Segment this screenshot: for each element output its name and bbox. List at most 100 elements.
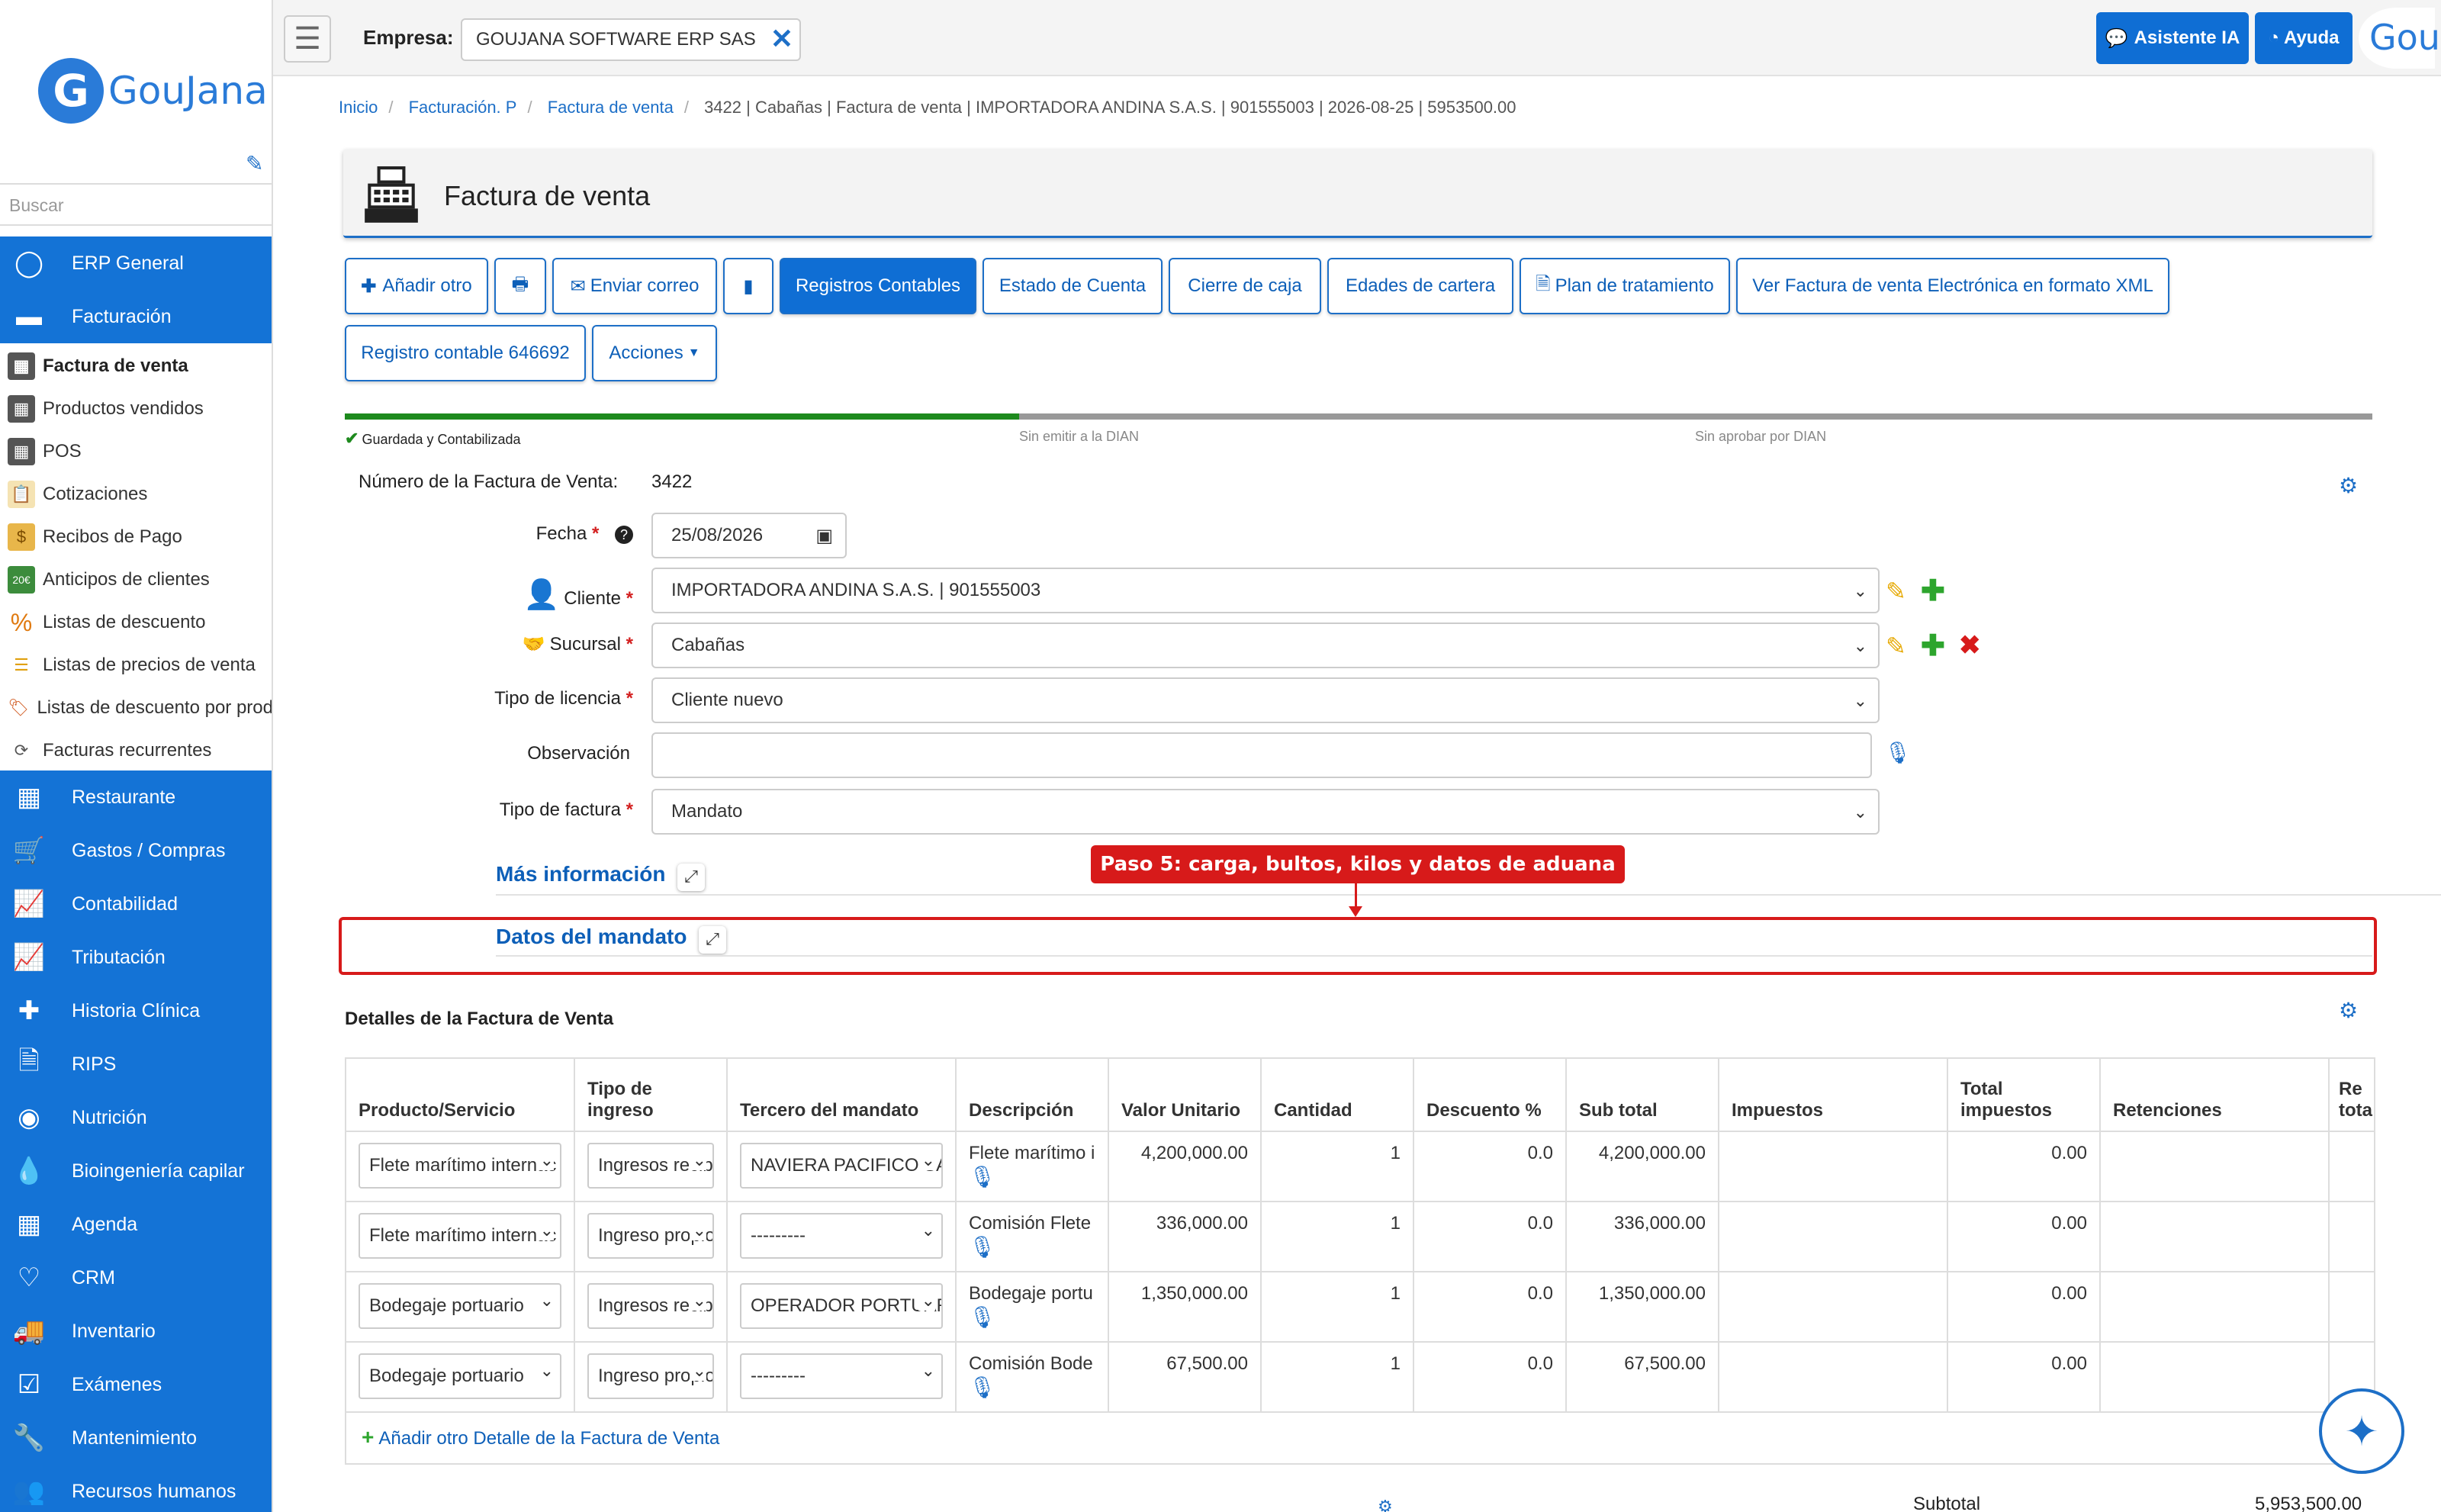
microphone-icon[interactable]: 🎙 <box>969 1305 1095 1330</box>
descripcion-input[interactable]: Bodegaje portu <box>969 1283 1095 1305</box>
valor-unitario[interactable]: 67,500.00 <box>1108 1341 1262 1413</box>
estado-cuenta-button[interactable]: Estado de Cuenta <box>983 258 1163 314</box>
settings-gear-icon[interactable]: ⚙ <box>2339 473 2358 498</box>
tercero-select[interactable]: OPERADOR PORTUAR ⌄ <box>740 1283 943 1329</box>
valor-unitario[interactable]: 1,350,000.00 <box>1108 1271 1262 1343</box>
producto-select[interactable]: Bodegaje portuario ⌄ <box>359 1353 561 1399</box>
settings-gear-icon[interactable]: ⚙ <box>2339 998 2358 1023</box>
sidebar-item-recursos-humanos[interactable]: 👥 Recursos humanos <box>0 1465 272 1512</box>
cantidad[interactable]: 1 <box>1260 1201 1414 1272</box>
sidebar-item-facturacion[interactable]: ▬ Facturación <box>0 290 272 343</box>
descuento[interactable]: 0.0 <box>1413 1271 1567 1343</box>
add-sucursal-icon[interactable]: ✚ <box>1921 629 1945 663</box>
sidebar-item-restaurante[interactable]: ▦ Restaurante <box>0 770 272 824</box>
tercero-select[interactable]: --------- ⌄ <box>740 1213 943 1259</box>
descuento[interactable]: 0.0 <box>1413 1131 1567 1202</box>
sidebar-item-mantenimiento[interactable]: 🔧 Mantenimiento <box>0 1411 272 1465</box>
impuestos[interactable] <box>1718 1131 1948 1202</box>
sidebar-item-historia-clinica[interactable]: ✚ Historia Clínica <box>0 984 272 1037</box>
sucursal-select[interactable]: Cabañas ⌄ <box>651 622 1880 668</box>
sidebar-item-rips[interactable]: 🗎 RIPS <box>0 1037 272 1091</box>
registros-contables-button[interactable]: Registros Contables <box>780 258 976 314</box>
book-button[interactable]: ▮ <box>723 258 773 314</box>
delete-sucursal-icon[interactable]: ✖ <box>1959 630 1981 661</box>
retenciones[interactable] <box>2099 1131 2330 1202</box>
goujana-logo[interactable]: G GouJana <box>38 58 268 124</box>
sidebar-item-productos-vendidos[interactable]: ▦ Productos vendidos <box>0 388 272 430</box>
send-email-button[interactable]: ✉ Enviar correo <box>552 258 717 314</box>
sidebar-item-examenes[interactable]: ☑ Exámenes <box>0 1358 272 1411</box>
breadcrumb-inicio[interactable]: Inicio <box>339 98 378 117</box>
cantidad[interactable]: 1 <box>1260 1341 1414 1413</box>
ver-xml-button[interactable]: Ver Factura de venta Electrónica en form… <box>1736 258 2169 314</box>
calendar-icon[interactable]: ▣ <box>815 525 833 547</box>
licencia-select[interactable]: Cliente nuevo ⌄ <box>651 677 1880 723</box>
descripcion-input[interactable]: Flete marítimo i <box>969 1143 1095 1164</box>
plan-tratamiento-button[interactable]: 🗎 Plan de tratamiento <box>1520 258 1730 314</box>
edades-cartera-button[interactable]: Edades de cartera <box>1327 258 1513 314</box>
sidebar-item-anticipos[interactable]: 20€ Anticipos de clientes <box>0 558 272 601</box>
descripcion-input[interactable]: Comisión Flete <box>969 1213 1095 1234</box>
producto-select[interactable]: Flete marítimo internac ⌄ <box>359 1143 561 1189</box>
descripcion-input[interactable]: Comisión Bode <box>969 1353 1095 1375</box>
sidebar-item-pos[interactable]: ▦ POS <box>0 430 272 473</box>
impuestos[interactable] <box>1718 1201 1948 1272</box>
edit-sucursal-icon[interactable]: ✎ <box>1886 632 1906 661</box>
sidebar-item-agenda[interactable]: ▦ Agenda <box>0 1198 272 1251</box>
breadcrumb-facturacion[interactable]: Facturación. P <box>409 98 517 117</box>
producto-select[interactable]: Bodegaje portuario ⌄ <box>359 1283 561 1329</box>
mas-informacion-link[interactable]: Más información <box>496 862 665 886</box>
sidebar-item-erp-general[interactable]: ◯ ERP General <box>0 236 272 290</box>
descuento[interactable]: 0.0 <box>1413 1201 1567 1272</box>
sidebar-item-crm[interactable]: ♡ CRM <box>0 1251 272 1305</box>
asistente-ia-button[interactable]: 💬 Asistente IA <box>2096 12 2249 64</box>
microphone-icon[interactable]: 🎙 <box>969 1234 1095 1259</box>
sidebar-item-nutricion[interactable]: ◉ Nutrición <box>0 1091 272 1144</box>
sidebar-item-recibos[interactable]: $ Recibos de Pago <box>0 516 272 558</box>
acciones-dropdown[interactable]: Acciones ▼ <box>592 325 717 381</box>
print-button[interactable]: 🖶 <box>494 258 546 314</box>
microphone-icon[interactable]: 🎙 <box>969 1375 1095 1400</box>
descuento[interactable]: 0.0 <box>1413 1341 1567 1413</box>
add-cliente-icon[interactable]: ✚ <box>1921 574 1945 608</box>
cantidad[interactable]: 1 <box>1260 1271 1414 1343</box>
tercero-select[interactable]: NAVIERA PACIFICO SA ⌄ <box>740 1143 943 1189</box>
sidebar-item-cotizaciones[interactable]: 📋 Cotizaciones <box>0 473 272 516</box>
microphone-icon[interactable]: 🎙 <box>1884 740 1912 765</box>
sidebar-item-factura-venta[interactable]: ▦ Factura de venta <box>0 345 272 388</box>
tipo-ingreso-select[interactable]: Ingreso propio ⌄ <box>587 1213 714 1259</box>
sidebar-search-input[interactable]: Buscar <box>0 183 272 226</box>
retenciones[interactable] <box>2099 1341 2330 1413</box>
ai-sparkle-button[interactable]: ✦ <box>2319 1388 2404 1474</box>
impuestos[interactable] <box>1718 1271 1948 1343</box>
retenciones[interactable] <box>2099 1201 2330 1272</box>
tipo-ingreso-select[interactable]: Ingresos recib ⌄ <box>587 1283 714 1329</box>
valor-unitario[interactable]: 336,000.00 <box>1108 1201 1262 1272</box>
edit-pencil-icon[interactable]: ✎ <box>246 151 263 176</box>
datos-mandato-link[interactable]: Datos del mandato <box>496 925 687 949</box>
empresa-select[interactable]: GOUJANA SOFTWARE ERP SAS ✕ <box>461 18 801 61</box>
help-icon[interactable]: ? <box>615 526 633 544</box>
hamburger-menu-icon[interactable]: ☰ <box>284 15 331 63</box>
tipo-ingreso-select[interactable]: Ingreso propio ⌄ <box>587 1353 714 1399</box>
expand-icon[interactable]: ⤢ <box>699 926 726 954</box>
observacion-input[interactable] <box>651 732 1872 778</box>
edit-cliente-icon[interactable]: ✎ <box>1886 577 1906 606</box>
add-detail-link[interactable]: + Añadir otro Detalle de la Factura de Ve… <box>362 1425 719 1449</box>
producto-select[interactable]: Flete marítimo internac ⌄ <box>359 1213 561 1259</box>
settings-gear-icon[interactable]: ⚙ <box>1378 1497 1393 1512</box>
clear-empresa-icon[interactable]: ✕ <box>770 23 793 55</box>
microphone-icon[interactable]: 🎙 <box>969 1164 1095 1189</box>
sidebar-item-bioingenieria[interactable]: 💧 Bioingeniería capilar <box>0 1144 272 1198</box>
cliente-select[interactable]: IMPORTADORA ANDINA S.A.S. | 901555003 ⌄ <box>651 568 1880 613</box>
tercero-select[interactable]: --------- ⌄ <box>740 1353 943 1399</box>
sidebar-item-inventario[interactable]: 🚚 Inventario <box>0 1305 272 1358</box>
valor-unitario[interactable]: 4,200,000.00 <box>1108 1131 1262 1202</box>
expand-icon[interactable]: ⤢ <box>677 864 705 891</box>
impuestos[interactable] <box>1718 1341 1948 1413</box>
sidebar-item-tributacion[interactable]: 📈 Tributación <box>0 931 272 984</box>
sidebar-item-listas-precios[interactable]: ☰ Listas de precios de venta <box>0 644 272 687</box>
tipo-ingreso-select[interactable]: Ingresos recib ⌄ <box>587 1143 714 1189</box>
cantidad[interactable]: 1 <box>1260 1131 1414 1202</box>
cierre-caja-button[interactable]: Cierre de caja <box>1169 258 1321 314</box>
